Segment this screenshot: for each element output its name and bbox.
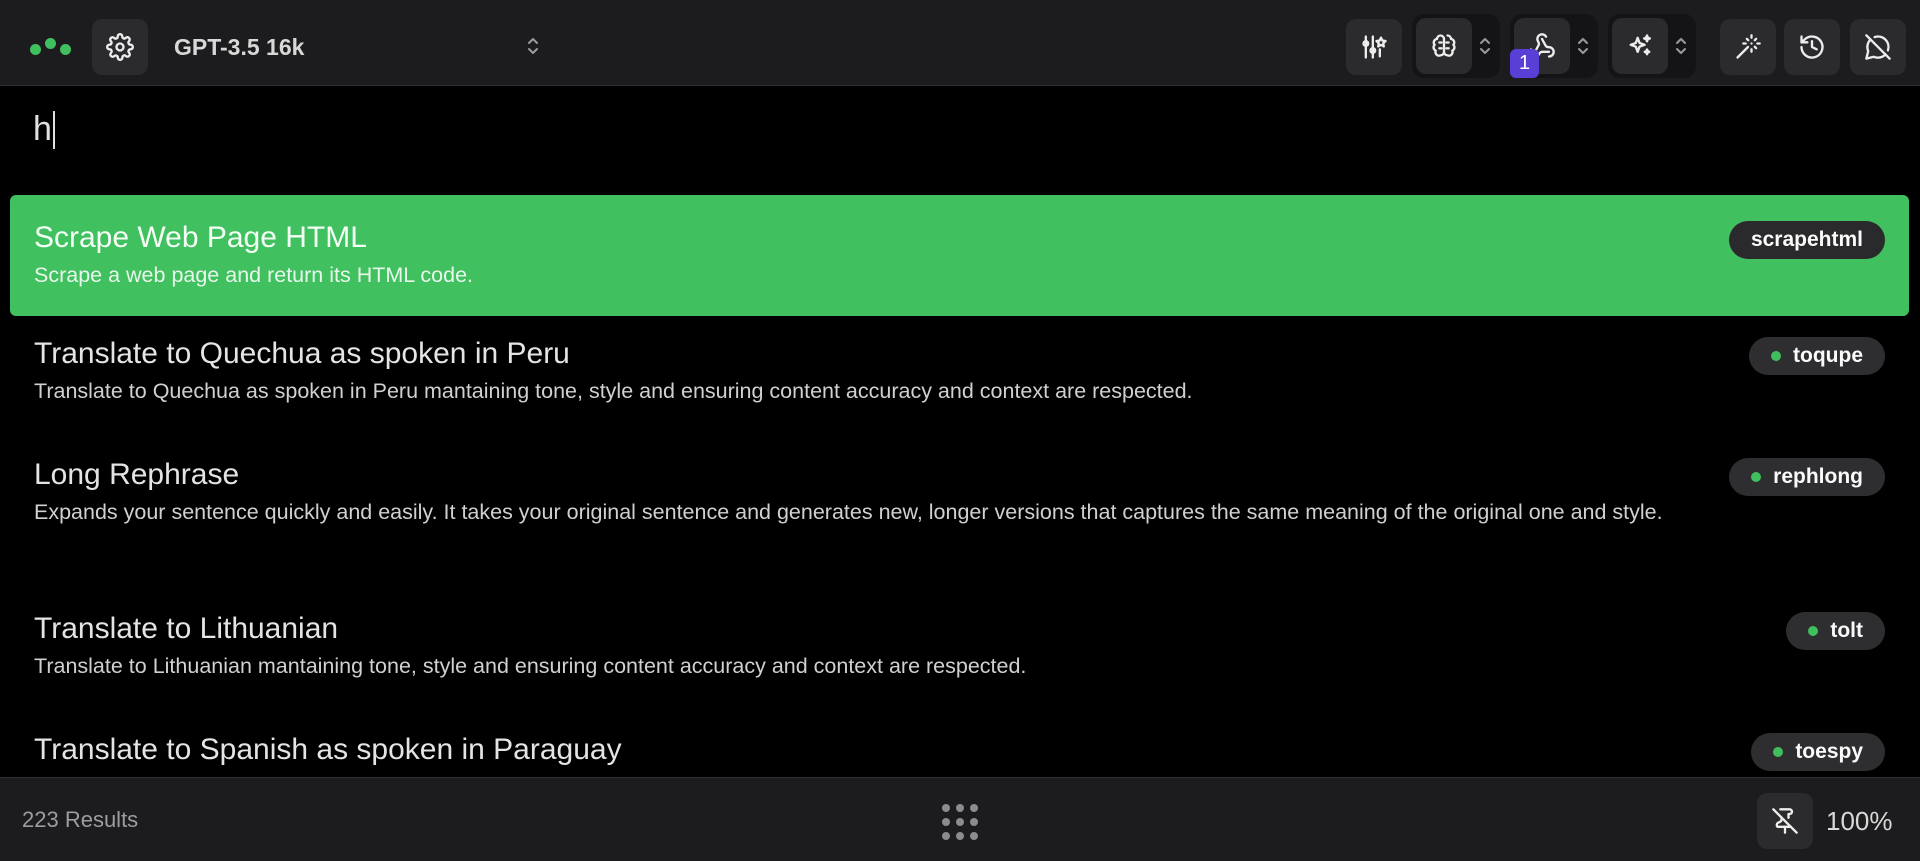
sliders-icon [1362, 35, 1387, 59]
disable-chat-button[interactable] [1850, 19, 1906, 75]
unpin-button[interactable] [1757, 793, 1813, 849]
list-item-title: Translate to Lithuanian [34, 612, 339, 645]
brain-icon [1432, 34, 1456, 57]
list-item-toqupe[interactable]: Translate to Quechua as spoken in Peru T… [10, 331, 1909, 435]
list-item-description: Scrape a web page and return its HTML co… [34, 263, 473, 287]
webhook-chevron-icon[interactable] [1576, 36, 1590, 56]
brain-button[interactable] [1416, 18, 1472, 74]
list-item-rephlong[interactable]: Long Rephrase Expands your sentence quic… [10, 452, 1909, 592]
history-button[interactable] [1784, 19, 1840, 75]
pin-off-icon [1772, 808, 1798, 834]
list-item-tolt[interactable]: Translate to Lithuanian Translate to Lit… [10, 606, 1909, 710]
list-item-description: Translate to Lithuanian mantaining tone,… [34, 654, 1027, 678]
memory-selector [1412, 14, 1500, 78]
message-off-icon [1865, 34, 1891, 60]
command-tag: tolt [1786, 612, 1885, 650]
list-item-title: Translate to Quechua as spoken in Peru [34, 337, 570, 370]
top-bar: GPT-3.5 16k 1 [0, 0, 1920, 86]
settings-button[interactable] [92, 19, 148, 75]
status-dot [1808, 626, 1819, 636]
zoom-level[interactable]: 100% [1826, 806, 1893, 837]
status-dot [1771, 351, 1782, 361]
notification-badge: 1 [1510, 49, 1539, 78]
footer-bar: 223 Results 100% [0, 777, 1920, 861]
magic-wand-icon [1736, 34, 1761, 59]
model-chevron-icon[interactable] [526, 36, 540, 56]
command-tag: rephlong [1729, 458, 1885, 496]
text-caret [52, 110, 55, 149]
history-icon [1800, 35, 1824, 59]
list-item-title: Scrape Web Page HTML [34, 221, 367, 254]
list-item-title: Long Rephrase [34, 458, 240, 491]
search-value: h [33, 110, 52, 148]
memory-chevron-icon[interactable] [1478, 36, 1492, 56]
results-count: 223 Results [22, 807, 139, 832]
status-dot [1773, 747, 1784, 757]
app-logo [30, 38, 74, 56]
sparkles-button[interactable] [1612, 18, 1668, 74]
command-tag: toespy [1751, 733, 1885, 771]
command-tag: scrapehtml [1728, 221, 1885, 259]
command-tag: toqupe [1749, 337, 1885, 375]
list-item-description: Translate to Quechua as spoken in Peru m… [34, 379, 1193, 403]
sparkles-icon [1629, 34, 1652, 56]
list-item-description: Expands your sentence quickly and easily… [34, 500, 1663, 524]
status-dot [1751, 472, 1762, 482]
list-item-toespy[interactable]: Translate to Spanish as spoken in Paragu… [10, 727, 1909, 777]
improve-prompt-button[interactable] [1720, 19, 1776, 75]
drag-handle-icon[interactable] [940, 802, 980, 842]
list-item-title: Translate to Spanish as spoken in Paragu… [34, 733, 622, 766]
model-selector[interactable]: GPT-3.5 16k [174, 34, 304, 61]
results-list: Scrape Web Page HTML Scrape a web page a… [0, 195, 1920, 777]
ai-selector [1608, 14, 1696, 78]
search-input[interactable]: h [33, 110, 55, 149]
settings-icon [106, 33, 134, 61]
ai-chevron-icon[interactable] [1674, 36, 1688, 56]
parameters-button[interactable] [1346, 19, 1402, 75]
list-item-scrapehtml[interactable]: Scrape Web Page HTML Scrape a web page a… [10, 195, 1909, 316]
